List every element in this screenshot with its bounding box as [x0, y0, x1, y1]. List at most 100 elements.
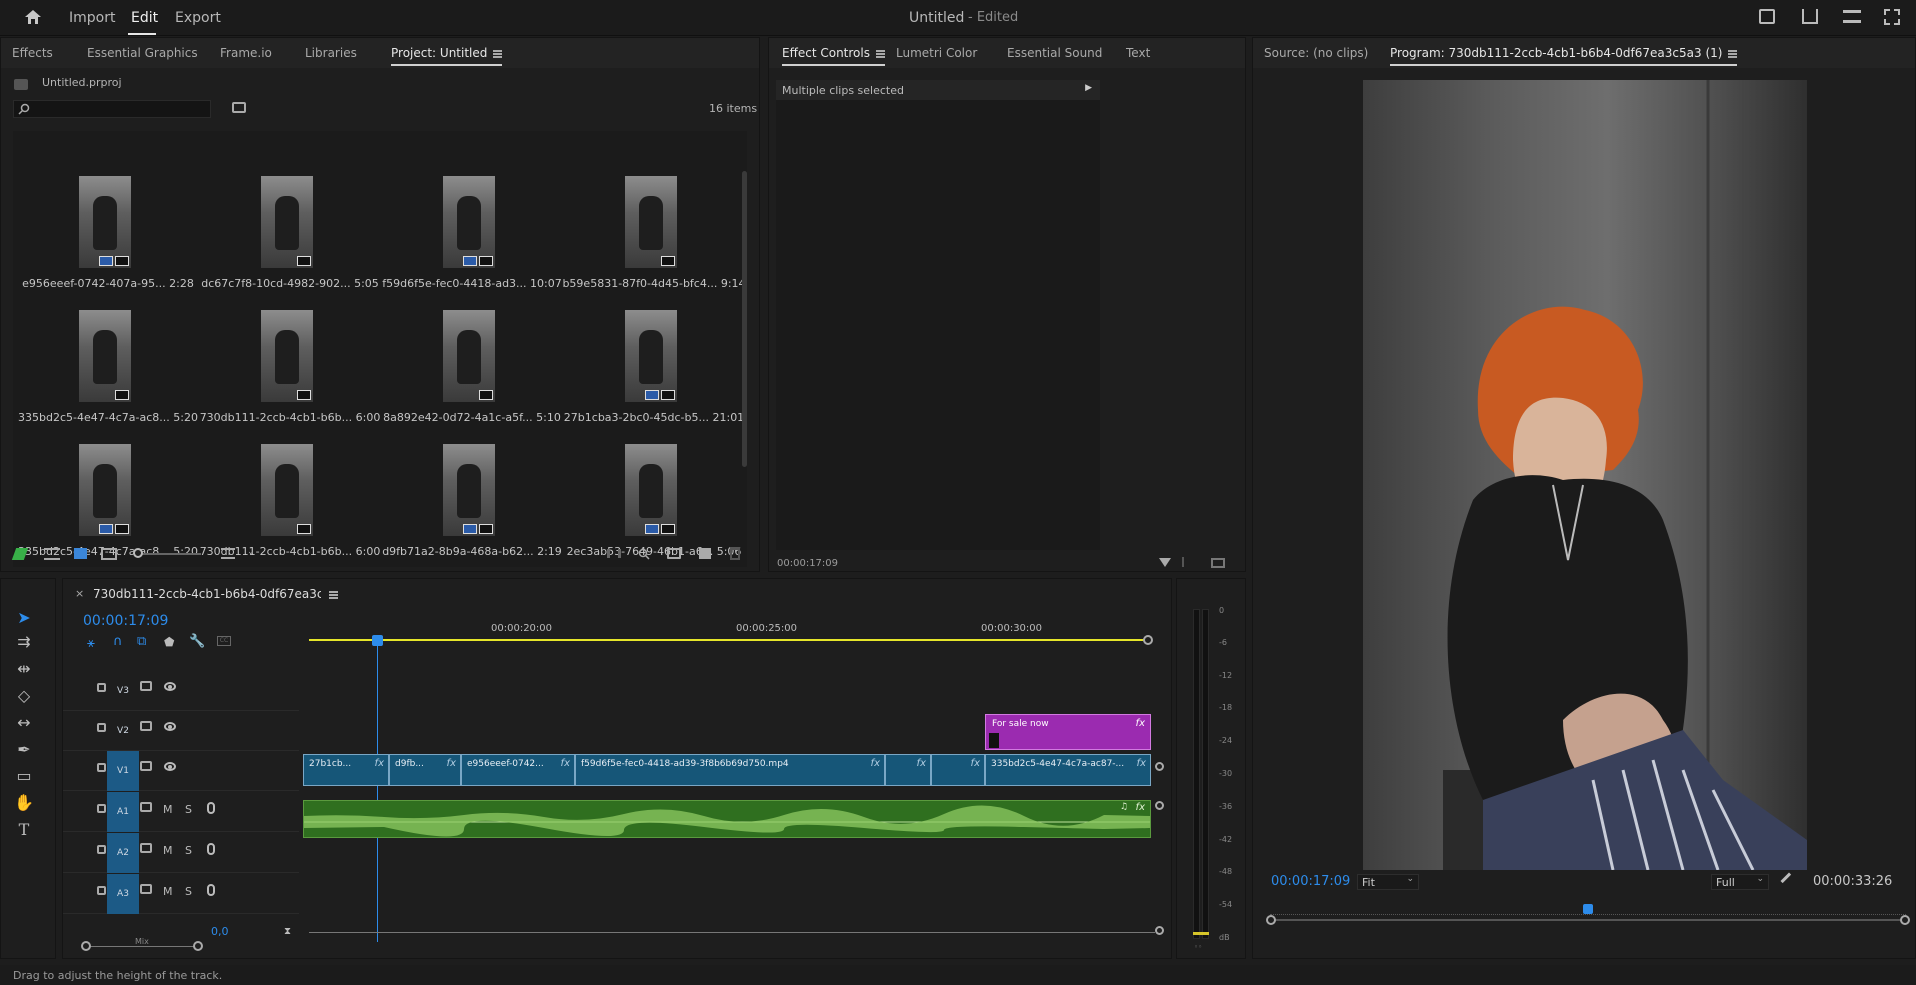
- razor-tool-icon[interactable]: ◇: [13, 685, 35, 707]
- clip-v1-1[interactable]: 27b1cb... fx: [303, 754, 389, 786]
- program-current-time[interactable]: 00:00:17:09: [1271, 874, 1350, 889]
- mute-button[interactable]: M: [163, 844, 173, 857]
- tab-project[interactable]: Project: Untitled: [391, 46, 503, 66]
- track-scroll-handle[interactable]: [1155, 762, 1164, 771]
- share-icon[interactable]: [1802, 9, 1818, 24]
- clip-thumbnail[interactable]: [443, 444, 495, 536]
- toggle-sync-icon[interactable]: [140, 681, 152, 691]
- clip-thumbnail[interactable]: [79, 444, 131, 536]
- track-header-a1[interactable]: A1 M S: [63, 792, 299, 832]
- timeline-horizontal-scrollbar[interactable]: [309, 932, 1155, 933]
- solo-button[interactable]: S: [185, 803, 192, 816]
- track-header-v3[interactable]: V3: [63, 671, 299, 711]
- panel-menu-icon[interactable]: [1728, 49, 1738, 58]
- find-icon[interactable]: [638, 548, 650, 560]
- toggle-sync-icon[interactable]: [140, 761, 152, 771]
- clip-v1-3[interactable]: e956eeef-0742... fx: [461, 754, 575, 786]
- selection-tool-icon[interactable]: ➤: [13, 607, 35, 629]
- list-view-icon[interactable]: [44, 548, 60, 560]
- panel-menu-icon[interactable]: [875, 49, 885, 58]
- timeline-current-time[interactable]: 00:00:17:09: [83, 613, 168, 629]
- toggle-sync-icon[interactable]: [140, 884, 152, 894]
- icon-view-icon[interactable]: [74, 548, 87, 559]
- snap-icon[interactable]: ⚹: [87, 636, 95, 651]
- track-header-v2[interactable]: V2: [63, 711, 299, 751]
- clip-v1-5[interactable]: fx: [885, 754, 931, 786]
- clip-thumbnail[interactable]: [261, 176, 313, 268]
- solo-indicator-icon[interactable]: ◦◦: [1194, 943, 1202, 951]
- tab-frameio[interactable]: Frame.io: [220, 46, 272, 60]
- tab-essential-graphics[interactable]: Essential Graphics: [87, 46, 198, 60]
- new-bin-from-search-icon[interactable]: [232, 102, 246, 113]
- lock-icon[interactable]: [97, 683, 106, 692]
- trash-icon[interactable]: [730, 547, 740, 560]
- clip-thumbnail[interactable]: [79, 310, 131, 402]
- clip-thumbnail[interactable]: [261, 310, 313, 402]
- work-area-end-handle[interactable]: [1143, 635, 1153, 645]
- clip-v1-4[interactable]: f59d6f5e-fec0-4418-ad39-3f8b6b69d750.mp4…: [575, 754, 885, 786]
- track-header-v1[interactable]: V1: [63, 751, 299, 791]
- zoom-slider-handle[interactable]: [133, 548, 143, 558]
- clip-thumbnail[interactable]: [625, 176, 677, 268]
- lock-icon[interactable]: [97, 804, 106, 813]
- track-header-a3[interactable]: A3 M S: [63, 874, 299, 914]
- pen-tool-icon[interactable]: ✒: [13, 739, 35, 761]
- zoom-end-handle[interactable]: [193, 941, 203, 951]
- scrubber-end-handle[interactable]: [1900, 915, 1910, 925]
- rectangle-tool-icon[interactable]: ▭: [13, 765, 35, 787]
- clip-v1-7[interactable]: 335bd2c5-4e47-4c7a-ac87-... fx: [985, 754, 1151, 786]
- scrubber-start-handle[interactable]: [1266, 915, 1276, 925]
- lock-icon[interactable]: [97, 723, 106, 732]
- track-header-a2[interactable]: A2 M S: [63, 833, 299, 873]
- filter-icon[interactable]: [1159, 558, 1171, 567]
- automate-icon[interactable]: [607, 549, 621, 558]
- wrench-icon[interactable]: 🔧: [189, 634, 205, 649]
- nav-edit[interactable]: Edit: [131, 10, 158, 26]
- clip-thumbnail[interactable]: [443, 176, 495, 268]
- zoom-start-handle[interactable]: [81, 941, 91, 951]
- clip-thumbnail[interactable]: [625, 444, 677, 536]
- go-to-end-icon[interactable]: ⧗: [284, 926, 291, 937]
- toggle-sync-icon[interactable]: [140, 721, 152, 731]
- lock-icon[interactable]: [97, 845, 106, 854]
- export-icon[interactable]: [1211, 558, 1225, 568]
- nav-export[interactable]: Export: [175, 10, 221, 26]
- clip-thumbnail[interactable]: [261, 444, 313, 536]
- type-tool-icon[interactable]: T: [13, 819, 35, 841]
- hand-tool-icon[interactable]: ✋: [13, 792, 35, 814]
- microphone-icon[interactable]: [207, 802, 215, 814]
- audio-clip-a1[interactable]: ♫ fx: [303, 800, 1151, 838]
- solo-button[interactable]: S: [185, 844, 192, 857]
- tab-program[interactable]: Program: 730db111-2ccb-4cb1-b6b4-0df67ea…: [1390, 46, 1738, 66]
- linked-selection-icon[interactable]: ⧉: [137, 634, 146, 649]
- solo-button[interactable]: S: [185, 885, 192, 898]
- clip-thumbnail[interactable]: [443, 310, 495, 402]
- resolution-select[interactable]: Full ⌄: [1711, 874, 1769, 890]
- tab-text[interactable]: Text: [1126, 46, 1150, 60]
- project-scrollbar[interactable]: [742, 171, 747, 467]
- toggle-sync-icon[interactable]: [140, 843, 152, 853]
- freeform-view-icon[interactable]: [101, 548, 117, 560]
- track-scroll-handle[interactable]: [1155, 801, 1164, 810]
- new-bin-icon[interactable]: [667, 548, 681, 559]
- quick-export-icon[interactable]: [1759, 9, 1775, 24]
- search-input[interactable]: [13, 100, 211, 118]
- workspaces-icon[interactable]: [1843, 10, 1861, 23]
- time-ruler[interactable]: 00:00:20:00 00:00:25:00 00:00:30:00: [303, 609, 1163, 649]
- sort-icon[interactable]: [221, 548, 235, 559]
- tab-libraries[interactable]: Libraries: [305, 46, 357, 60]
- magnet-icon[interactable]: ∩: [113, 634, 123, 649]
- clip-thumbnail[interactable]: [79, 176, 131, 268]
- clip-v1-6[interactable]: fx: [931, 754, 985, 786]
- tab-essential-sound[interactable]: Essential Sound: [1007, 46, 1102, 60]
- clip-v1-2[interactable]: d9fb... fx: [389, 754, 461, 786]
- tab-effects[interactable]: Effects: [12, 46, 53, 60]
- timeline-zoom-scrollbar[interactable]: [81, 941, 203, 951]
- mute-button[interactable]: M: [163, 803, 173, 816]
- wrench-icon[interactable]: [1780, 872, 1798, 890]
- program-scrubber[interactable]: [1266, 915, 1910, 925]
- captions-icon[interactable]: CC: [217, 636, 231, 646]
- mix-value[interactable]: 0,0: [211, 925, 229, 938]
- mute-button[interactable]: M: [163, 885, 173, 898]
- lock-icon[interactable]: [97, 763, 106, 772]
